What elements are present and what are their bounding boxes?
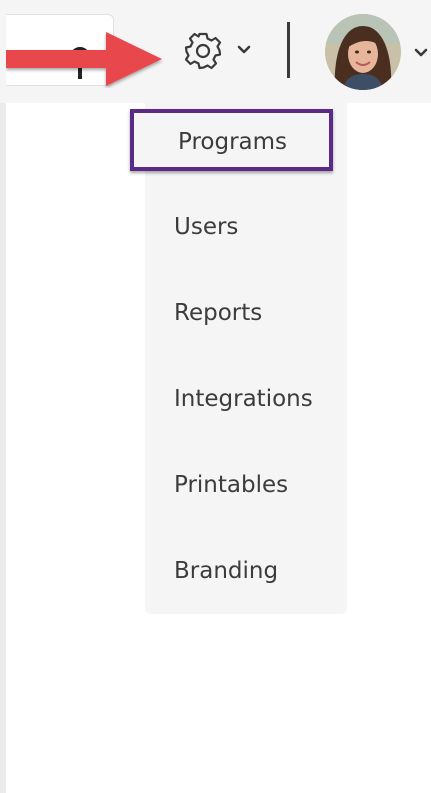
avatar-image	[325, 14, 401, 90]
page-left-edge	[0, 0, 6, 793]
menu-item-users[interactable]: Users	[145, 192, 347, 262]
arrow-right-icon	[6, 32, 162, 86]
header-divider	[287, 22, 290, 78]
header-bar	[0, 0, 431, 103]
settings-dropdown-menu: Programs Users Reports Integrations Prin…	[130, 97, 347, 614]
avatar[interactable]	[325, 14, 401, 90]
chevron-down-icon[interactable]	[413, 47, 429, 59]
menu-item-branding[interactable]: Branding	[145, 536, 347, 606]
menu-item-integrations[interactable]: Integrations	[145, 364, 347, 434]
menu-item-printables[interactable]: Printables	[145, 450, 347, 520]
gear-icon[interactable]	[182, 30, 224, 72]
settings-button[interactable]	[176, 26, 260, 76]
menu-item-programs[interactable]: Programs	[130, 109, 333, 171]
menu-item-reports[interactable]: Reports	[145, 278, 347, 348]
chevron-down-icon[interactable]	[236, 44, 252, 56]
